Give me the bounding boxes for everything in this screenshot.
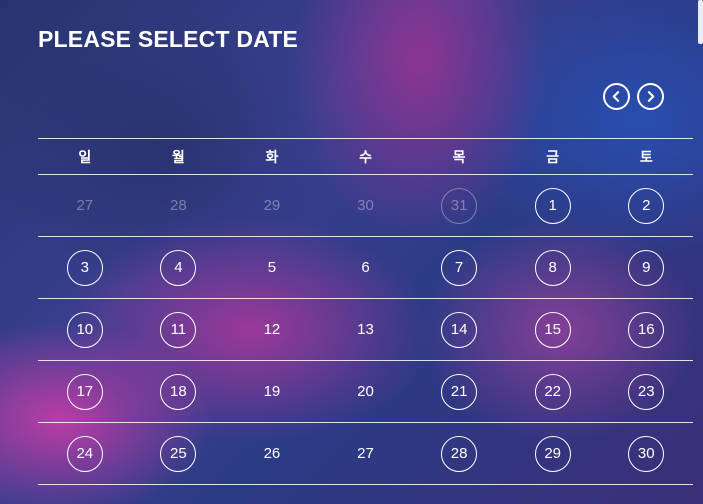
chevron-left-icon [612, 91, 620, 102]
day-button[interactable]: 29 [534, 435, 571, 472]
day-cell: 1 [506, 187, 600, 224]
day-button[interactable]: 2 [628, 187, 665, 224]
day-label: 13 [357, 321, 374, 338]
day-cell: 19 [225, 374, 319, 410]
chevron-right-icon [647, 91, 655, 102]
day-button[interactable]: 18 [160, 373, 197, 410]
day-cell: 29 [225, 188, 319, 224]
day-cell: 28 [132, 188, 226, 224]
week-row: 17 18 19 20 21 22 23 [38, 361, 693, 422]
day-cell: 3 [38, 249, 132, 286]
day-button[interactable]: 10 [66, 311, 103, 348]
day-cell: 8 [506, 249, 600, 286]
day-cell: 28 [412, 435, 506, 472]
day-cell: 2 [599, 187, 693, 224]
weekday-label: 화 [265, 148, 279, 165]
day-label: 27 [76, 197, 94, 214]
day-cell: 26 [225, 436, 319, 472]
day-button[interactable]: 28 [441, 435, 478, 472]
day-label: 27 [357, 445, 374, 462]
day-cell: 17 [38, 373, 132, 410]
divider [38, 484, 693, 485]
weekday-label: 금 [546, 148, 560, 165]
weekday-label: 목 [452, 148, 466, 165]
day-label: 28 [170, 197, 187, 214]
day-cell: 24 [38, 435, 132, 472]
day-button[interactable]: 22 [534, 373, 571, 410]
next-month-button[interactable] [637, 83, 664, 110]
day-button[interactable]: 7 [441, 249, 478, 286]
calendar: 일 월 화 수 목 금 토 27 28 29 30 31 1 2 3 4 5 6 7 8 9 10 11 12 1… [38, 138, 693, 485]
day-cell: 30 [599, 435, 693, 472]
weekday-label: 토 [639, 148, 653, 165]
day-button[interactable]: 21 [441, 373, 478, 410]
day-cell: 27 [38, 188, 132, 224]
day-cell: 6 [319, 250, 413, 286]
day-button[interactable]: 8 [534, 249, 571, 286]
day-cell: 27 [319, 436, 413, 472]
day-label: 26 [263, 445, 281, 462]
page-title: PLEASE SELECT DATE [38, 26, 299, 52]
day-label: 19 [263, 383, 281, 400]
day-cell: 12 [225, 312, 319, 348]
day-cell: 23 [599, 373, 693, 410]
day-cell: 7 [412, 249, 506, 286]
day-cell: 29 [506, 435, 600, 472]
day-label: 20 [357, 383, 374, 400]
week-row: 3 4 5 6 7 8 9 [38, 237, 693, 298]
day-button[interactable]: 31 [441, 187, 478, 224]
weekday-header: 일 월 화 수 목 금 토 [38, 139, 693, 174]
day-cell: 20 [319, 374, 413, 410]
day-button[interactable]: 24 [66, 435, 103, 472]
week-row: 27 28 29 30 31 1 2 [38, 175, 693, 236]
weekday-label: 일 [78, 148, 92, 165]
day-button[interactable]: 3 [66, 249, 103, 286]
day-cell: 5 [225, 250, 319, 286]
day-cell: 10 [38, 311, 132, 348]
month-navigation [603, 83, 664, 110]
day-label: 6 [361, 259, 370, 276]
day-button[interactable]: 30 [628, 435, 665, 472]
day-cell: 9 [599, 249, 693, 286]
day-button[interactable]: 11 [160, 311, 197, 348]
day-cell: 31 [412, 187, 506, 224]
week-row: 24 25 26 27 28 29 30 [38, 423, 693, 484]
scrollbar-thumb[interactable] [698, 0, 703, 44]
day-button[interactable]: 14 [441, 311, 478, 348]
day-label: 12 [263, 321, 281, 338]
day-button[interactable]: 25 [160, 435, 197, 472]
day-button[interactable]: 1 [534, 187, 571, 224]
day-button[interactable]: 9 [628, 249, 665, 286]
day-cell: 18 [132, 373, 226, 410]
calendar-grid: 27 28 29 30 31 1 2 3 4 5 6 7 8 9 10 11 12 13 14 15 16 17 18 19 2… [38, 175, 693, 485]
day-cell: 30 [319, 188, 413, 224]
day-cell: 14 [412, 311, 506, 348]
weekday-label: 수 [359, 148, 372, 165]
scrollbar[interactable] [698, 0, 703, 504]
day-button[interactable]: 17 [66, 373, 103, 410]
prev-month-button[interactable] [603, 83, 630, 110]
day-label: 5 [267, 259, 277, 276]
day-cell: 15 [506, 311, 600, 348]
day-cell: 16 [599, 311, 693, 348]
day-cell: 11 [132, 311, 226, 348]
day-cell: 21 [412, 373, 506, 410]
day-button[interactable]: 16 [628, 311, 665, 348]
day-cell: 13 [319, 312, 413, 348]
day-cell: 22 [506, 373, 600, 410]
day-cell: 4 [132, 249, 226, 286]
day-button[interactable]: 15 [534, 311, 571, 348]
week-row: 10 11 12 13 14 15 16 [38, 299, 693, 360]
day-cell: 25 [132, 435, 226, 472]
weekday-label: 월 [171, 148, 185, 165]
day-label: 30 [357, 197, 374, 214]
day-label: 29 [263, 197, 281, 214]
day-button[interactable]: 4 [160, 249, 197, 286]
day-button[interactable]: 23 [628, 373, 665, 410]
